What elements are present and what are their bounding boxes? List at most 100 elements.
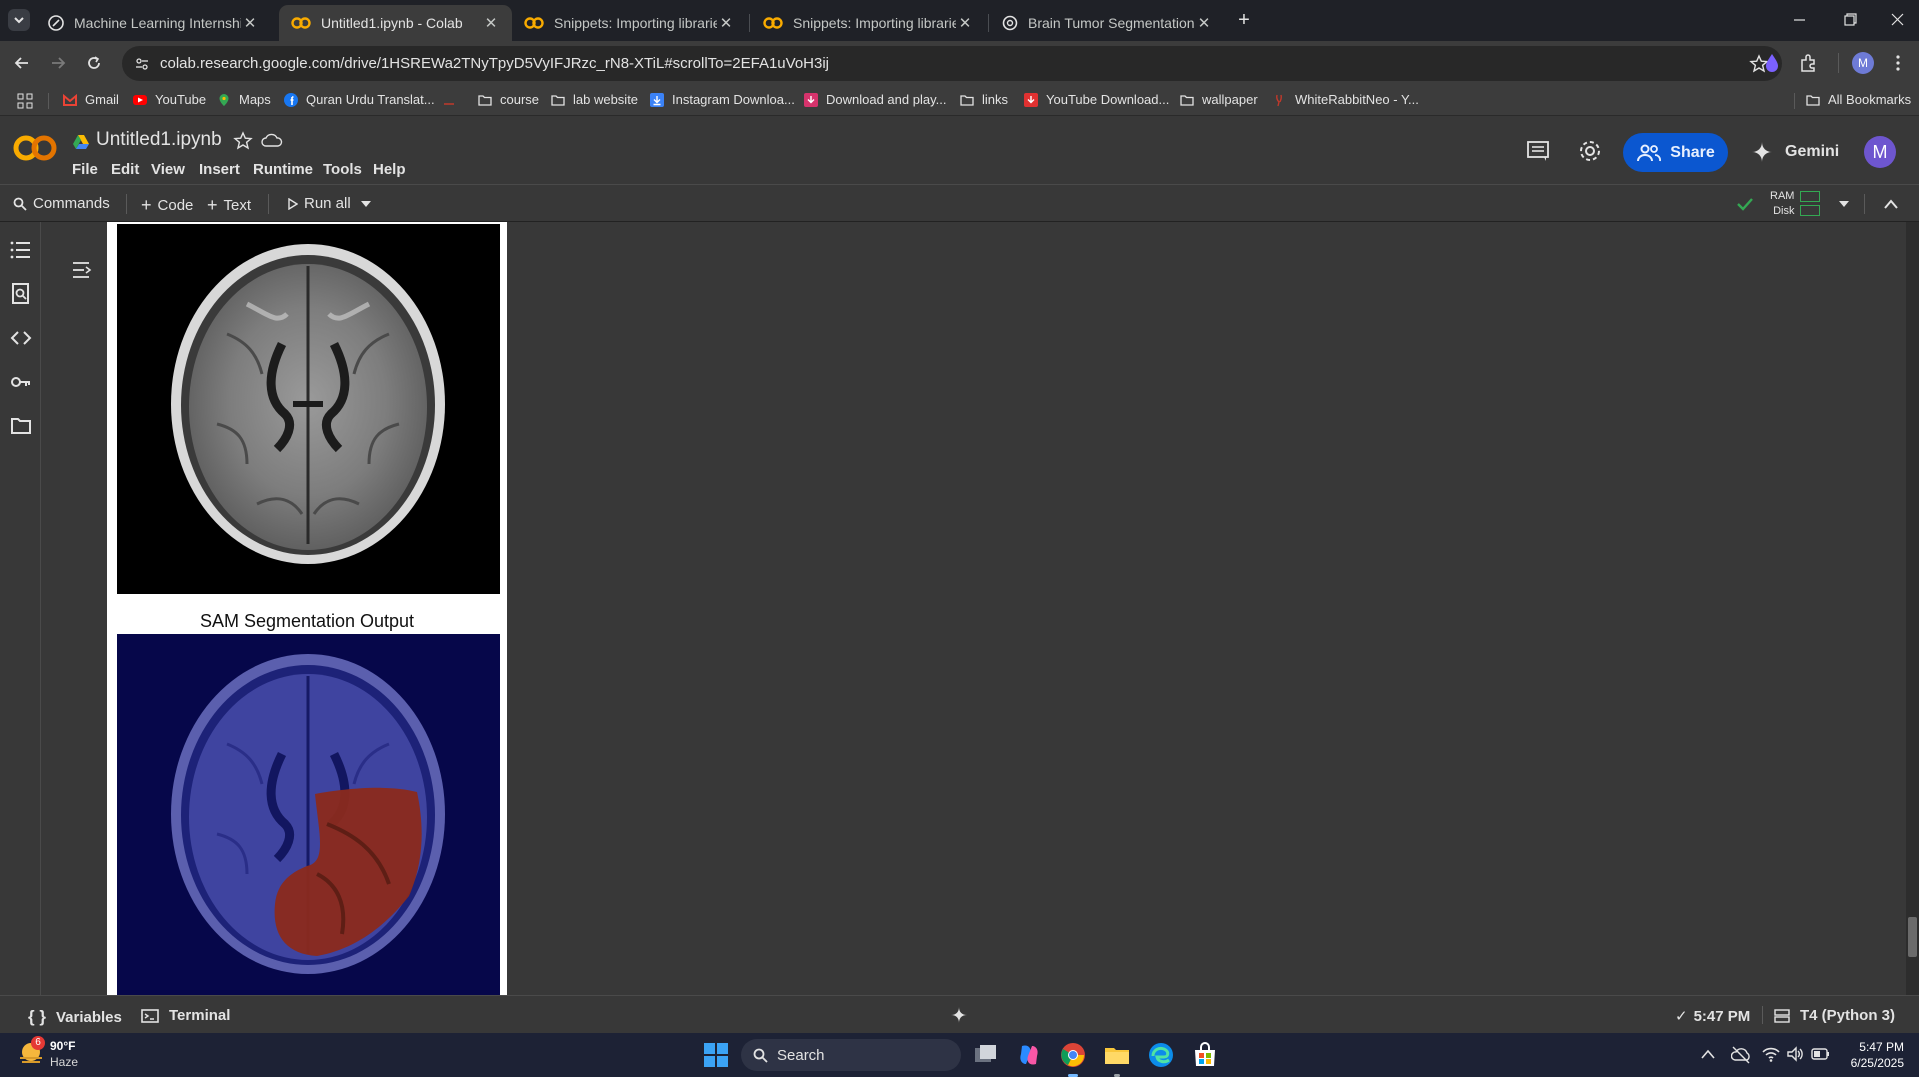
dropdown-arrow-icon[interactable] <box>1838 200 1850 208</box>
output-actions-icon[interactable] <box>71 260 93 280</box>
minimize-button[interactable] <box>1790 12 1810 28</box>
notebook-title[interactable]: Untitled1.ipynb <box>96 129 222 151</box>
file-explorer-button[interactable] <box>1104 1042 1130 1077</box>
tab-brain-tumor[interactable]: Brain Tumor Segmentation ✕ <box>990 5 1225 41</box>
add-code-button[interactable]: + Code <box>141 195 193 216</box>
menu-insert[interactable]: Insert <box>199 161 240 178</box>
restore-icon <box>1844 13 1857 26</box>
site-info-icon[interactable] <box>134 56 150 72</box>
bookmark-gmail[interactable]: Gmail <box>63 92 119 107</box>
github-icon <box>48 15 64 31</box>
address-bar[interactable]: colab.research.google.com/drive/1HSREWa2… <box>122 46 1782 81</box>
apps-grid-icon[interactable] <box>17 93 33 109</box>
close-icon[interactable]: ✕ <box>241 14 259 32</box>
chevron-up-icon[interactable] <box>1883 198 1899 210</box>
taskbar-search[interactable]: Search <box>741 1039 961 1071</box>
scrollbar-thumb[interactable] <box>1908 917 1917 957</box>
account-avatar[interactable]: M <box>1864 136 1896 168</box>
bookmark-course[interactable]: course <box>478 92 539 107</box>
edge-button[interactable] <box>1148 1042 1174 1068</box>
close-icon[interactable]: ✕ <box>717 14 735 32</box>
store-button[interactable] <box>1192 1042 1218 1068</box>
menu-tools[interactable]: Tools <box>323 161 362 178</box>
close-icon[interactable]: ✕ <box>1195 14 1213 32</box>
menu-view[interactable]: View <box>151 161 185 178</box>
wifi-icon[interactable] <box>1762 1046 1780 1062</box>
kebab-menu-icon[interactable] <box>1888 53 1908 73</box>
battery-icon[interactable] <box>1811 1047 1831 1061</box>
reload-icon[interactable] <box>84 53 104 73</box>
bookmark-blank[interactable] <box>442 92 464 106</box>
gemini-sparkle-icon[interactable] <box>950 1006 968 1024</box>
commands-button[interactable]: Commands <box>13 195 110 212</box>
all-bookmarks[interactable]: All Bookmarks <box>1806 92 1911 107</box>
share-label: Share <box>1670 143 1715 161</box>
bookmark-label: Gmail <box>85 92 119 107</box>
restore-button[interactable] <box>1840 12 1860 28</box>
notebook-scrollbar[interactable] <box>1906 222 1919 995</box>
bookmark-lab-website[interactable]: lab website <box>551 92 638 107</box>
volume-icon[interactable] <box>1786 1046 1804 1062</box>
terminal-button[interactable]: Terminal <box>141 1007 230 1024</box>
bookmark-youtube-download[interactable]: YouTube Download... <box>1024 92 1169 107</box>
system-clock[interactable]: 5:47 PM 6/25/2025 <box>1838 1039 1904 1071</box>
facebook-icon <box>284 92 298 107</box>
tab-snippets-1[interactable]: Snippets: Importing libraries - C ✕ <box>512 5 747 41</box>
chrome-taskbar-button[interactable] <box>1060 1042 1086 1077</box>
weather-widget[interactable]: 6 90°F Haze <box>17 1036 78 1069</box>
tab-title: Untitled1.ipynb - Colab <box>321 15 463 31</box>
find-replace-icon[interactable] <box>10 283 32 305</box>
chevron-up-icon[interactable] <box>1701 1049 1715 1059</box>
close-icon[interactable]: ✕ <box>482 14 500 32</box>
variables-button[interactable]: { } Variables <box>28 1007 122 1027</box>
bookmark-links[interactable]: links <box>960 92 1008 107</box>
secrets-key-icon[interactable] <box>10 371 32 393</box>
profile-avatar[interactable]: M <box>1852 52 1874 74</box>
bookmark-youtube[interactable]: YouTube <box>133 92 206 107</box>
bookmark-instagram[interactable]: Instagram Downloa... <box>650 92 795 107</box>
resource-monitor[interactable]: RAM Disk <box>1770 189 1794 219</box>
runtime-indicator[interactable]: T4 (Python 3) <box>1774 1007 1895 1024</box>
copilot-button[interactable] <box>1016 1042 1042 1068</box>
menu-edit[interactable]: Edit <box>111 161 139 178</box>
extensions-icon[interactable] <box>1798 52 1818 74</box>
table-of-contents-icon[interactable] <box>10 239 32 261</box>
tab-colab-active[interactable]: Untitled1.ipynb - Colab ✕ <box>279 5 512 41</box>
bookmark-wallpaper[interactable]: wallpaper <box>1180 92 1258 107</box>
colab-logo[interactable] <box>13 134 57 162</box>
comments-icon[interactable] <box>1526 140 1550 162</box>
last-run-status[interactable]: ✓ 5:47 PM <box>1675 1007 1750 1026</box>
menu-help[interactable]: Help <box>373 161 406 178</box>
tab-snippets-2[interactable]: Snippets: Importing libraries - C ✕ <box>751 5 986 41</box>
windows-start-icon[interactable] <box>704 1043 728 1067</box>
browser-toolbar: colab.research.google.com/drive/1HSREWa2… <box>0 41 1919 85</box>
code-snippets-icon[interactable] <box>10 327 32 349</box>
bookmark-download-play[interactable]: Download and play... <box>804 92 946 107</box>
gemini-button[interactable]: Gemini <box>1751 141 1839 163</box>
bookmark-whiterabbit[interactable]: WhiteRabbitNeo - Y... <box>1273 92 1419 107</box>
forward-icon[interactable] <box>48 53 68 73</box>
task-view-button[interactable] <box>973 1042 999 1068</box>
menu-runtime[interactable]: Runtime <box>253 161 313 178</box>
bookmark-maps[interactable]: Maps <box>217 92 271 107</box>
tab-machine-learning[interactable]: Machine Learning Internship Gu ✕ <box>36 5 271 41</box>
new-tab-button[interactable]: + <box>1233 9 1255 31</box>
dropdown-arrow-icon[interactable] <box>360 200 372 208</box>
menu-file[interactable]: File <box>72 161 98 178</box>
share-button[interactable]: Share <box>1623 133 1728 172</box>
cloud-icon[interactable] <box>261 132 283 150</box>
add-text-button[interactable]: + Text <box>207 195 251 216</box>
settings-gear-icon[interactable] <box>1578 139 1602 163</box>
window-close-button[interactable] <box>1888 12 1908 28</box>
run-all-button[interactable]: Run all <box>288 195 351 212</box>
tab-search-button[interactable] <box>8 9 30 31</box>
text-label: Text <box>223 197 252 214</box>
extension-drop-icon[interactable] <box>1762 52 1782 74</box>
star-icon[interactable] <box>233 131 253 151</box>
onedrive-off-icon[interactable] <box>1731 1045 1751 1065</box>
close-icon[interactable]: ✕ <box>956 14 974 32</box>
files-folder-icon[interactable] <box>10 415 32 437</box>
back-icon[interactable] <box>12 53 32 73</box>
bookmark-quran[interactable]: Quran Urdu Translat... <box>284 92 435 107</box>
tab-title: Brain Tumor Segmentation <box>1028 15 1195 31</box>
